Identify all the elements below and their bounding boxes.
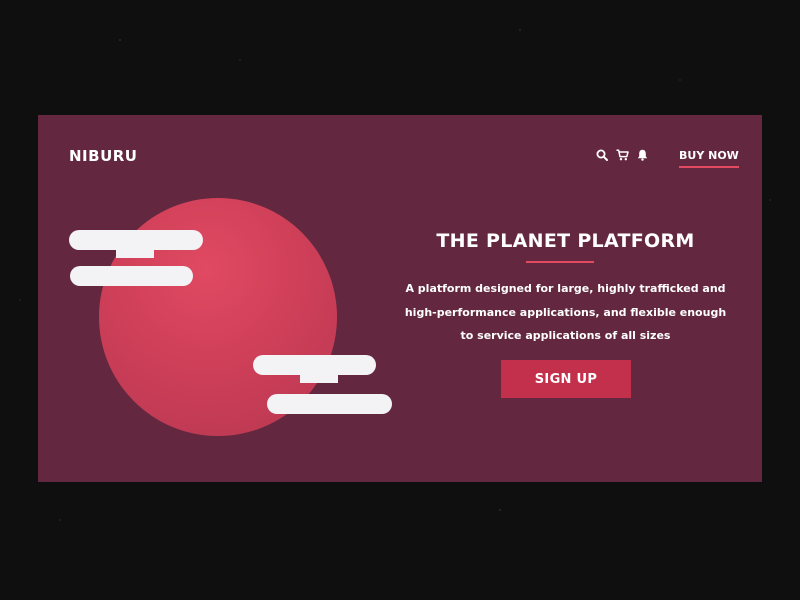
brand-logo[interactable]: NIBURU: [69, 147, 137, 165]
sign-up-button[interactable]: SIGN UP: [501, 360, 631, 398]
search-icon[interactable]: [596, 149, 608, 161]
buy-now-link[interactable]: BUY NOW: [679, 149, 739, 168]
cloud-illustration-right: [253, 355, 392, 415]
description-line: to service applications of all sizes: [460, 329, 671, 342]
header-icons: [596, 149, 648, 161]
cart-icon[interactable]: [616, 149, 629, 161]
cloud-illustration-left: [69, 230, 203, 290]
bell-icon[interactable]: [637, 149, 648, 161]
hero-description: A platform designed for large, highly tr…: [393, 277, 738, 348]
title-underline: [526, 261, 594, 263]
hero-title: THE PLANET PLATFORM: [436, 230, 695, 252]
description-line: A platform designed for large, highly tr…: [405, 282, 726, 295]
description-line: high-performance applications, and flexi…: [404, 305, 727, 319]
hero-card: NIBURU BUY NOW THE PLANET PLATFORM A pla…: [38, 115, 762, 482]
